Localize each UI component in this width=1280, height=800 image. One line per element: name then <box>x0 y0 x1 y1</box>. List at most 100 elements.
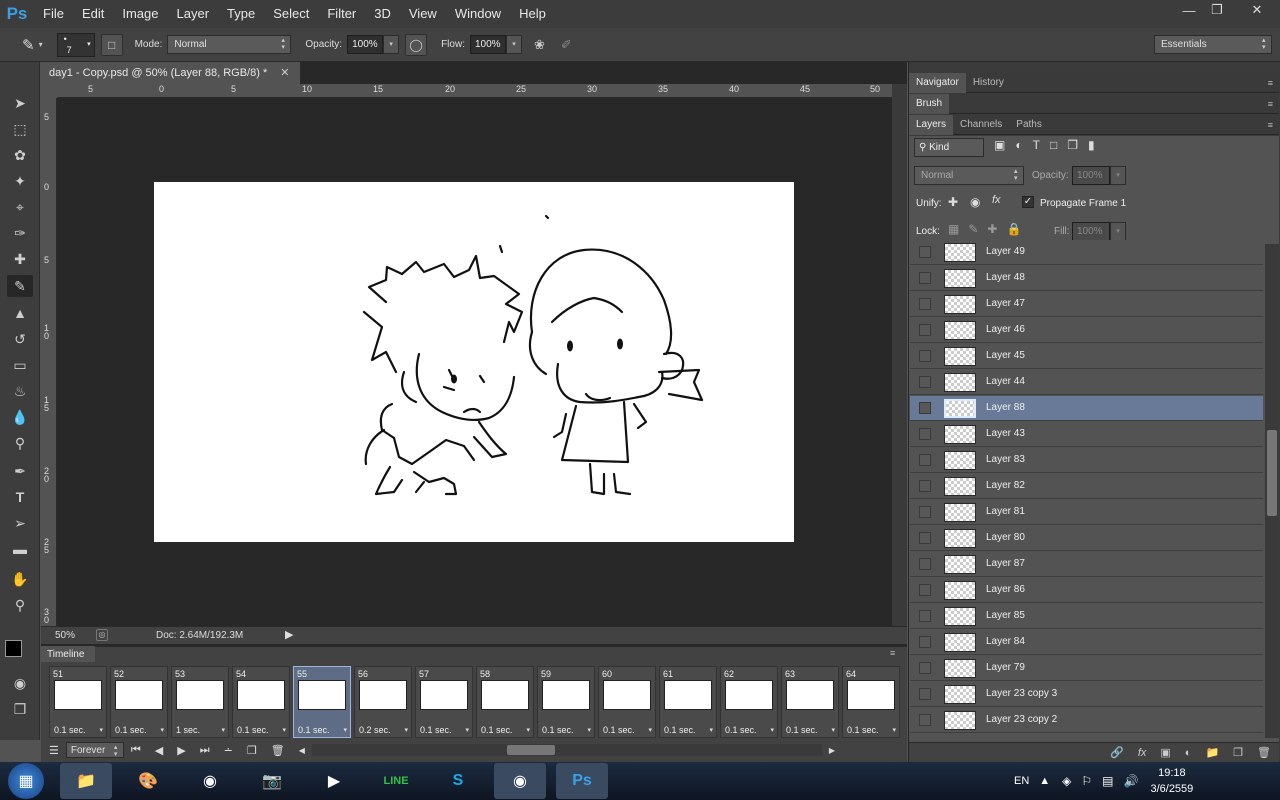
volume-icon[interactable]: 🔊 <box>1124 774 1139 788</box>
frame-delay[interactable]: 0.1 sec. <box>725 725 757 735</box>
timeline-frame[interactable]: 59 0.1 sec. ▾ <box>537 666 595 738</box>
tray-app-icon[interactable]: ◈ <box>1062 774 1071 788</box>
frame-delay-chevron-icon[interactable]: ▾ <box>831 726 835 734</box>
frame-delay-chevron-icon[interactable]: ▾ <box>709 726 713 734</box>
menu-image[interactable]: Image <box>113 0 167 28</box>
timeline-frame[interactable]: 62 0.1 sec. ▾ <box>720 666 778 738</box>
timeline-frame[interactable]: 64 0.1 sec. ▾ <box>842 666 900 738</box>
menu-edit[interactable]: Edit <box>73 0 113 28</box>
unify-position-icon[interactable]: ✚ <box>948 195 958 209</box>
lasso-tool-icon[interactable]: ✿ <box>7 144 33 166</box>
visibility-toggle[interactable] <box>919 714 931 726</box>
link-layers-icon[interactable]: 🔗 <box>1110 746 1124 759</box>
layer-row[interactable]: Layer 85 <box>910 604 1263 629</box>
frame-delay-chevron-icon[interactable]: ▾ <box>648 726 652 734</box>
layer-row[interactable]: Layer 23 copy 3 <box>910 682 1263 707</box>
flow-input[interactable]: 100% <box>469 35 506 54</box>
timeline-tab[interactable]: Timeline <box>41 646 95 662</box>
layer-row[interactable]: Layer 44 <box>910 370 1263 395</box>
layer-row[interactable]: Layer 84 <box>910 630 1263 655</box>
first-frame-icon[interactable]: ⏮ <box>131 744 141 757</box>
eyedropper-tool-icon[interactable]: ✑ <box>7 222 33 244</box>
visibility-toggle[interactable] <box>919 454 931 466</box>
lock-pixels-icon[interactable]: ✎ <box>968 222 978 236</box>
flow-slider-toggle[interactable]: ▾ <box>505 35 522 54</box>
add-mask-icon[interactable]: ▣ <box>1160 746 1170 759</box>
menu-help[interactable]: Help <box>510 0 555 28</box>
eraser-tool-icon[interactable]: ▭ <box>7 354 33 376</box>
play-icon[interactable]: ▶ <box>177 744 185 757</box>
visibility-toggle[interactable] <box>919 428 931 440</box>
loop-select[interactable]: Forever <box>65 742 124 758</box>
menu-view[interactable]: View <box>400 0 446 28</box>
canvas-viewport[interactable] <box>57 98 892 626</box>
menu-filter[interactable]: Filter <box>318 0 365 28</box>
panel-menu-icon[interactable]: ≡ <box>1268 120 1273 130</box>
layers-scroll-thumb[interactable] <box>1267 430 1277 516</box>
visibility-toggle[interactable] <box>919 558 931 570</box>
frame-delay[interactable]: 0.2 sec. <box>359 725 391 735</box>
brush-tool-icon[interactable]: ✎ <box>22 36 35 54</box>
layer-opacity-toggle[interactable]: ▾ <box>1110 166 1126 185</box>
layer-row[interactable]: Layer 83 <box>910 448 1263 473</box>
fill-input[interactable]: 100% <box>1072 222 1110 241</box>
layer-row[interactable]: Layer 48 <box>910 266 1263 291</box>
scroll-left-icon[interactable]: ◀ <box>299 746 305 755</box>
zoom-tool-icon[interactable]: ⚲ <box>7 594 33 616</box>
visibility-toggle[interactable] <box>919 636 931 648</box>
foreground-color-swatch[interactable] <box>5 640 22 657</box>
start-orb-icon[interactable]: ▦ <box>8 763 44 799</box>
unify-style-icon[interactable]: fx <box>992 194 1001 206</box>
tool-preset-chevron-icon[interactable]: ▾ <box>39 40 43 49</box>
frame-delay-chevron-icon[interactable]: ▾ <box>343 726 347 734</box>
panel-menu-icon[interactable]: ≡ <box>1268 78 1273 88</box>
network-icon[interactable]: ▤ <box>1102 774 1113 788</box>
filter-toggle-icon[interactable]: ▮ <box>1088 138 1095 152</box>
frame-delay[interactable]: 0.1 sec. <box>603 725 635 735</box>
type-tool-icon[interactable]: T <box>7 486 33 508</box>
clone-stamp-tool-icon[interactable]: ▲ <box>7 302 33 324</box>
layer-filter-kind[interactable]: ⚲ Kind <box>914 138 984 157</box>
move-tool-icon[interactable]: ➤ <box>7 92 33 114</box>
visibility-toggle[interactable] <box>919 688 931 700</box>
magic-wand-tool-icon[interactable]: ✦ <box>7 170 33 192</box>
visibility-toggle[interactable] <box>919 272 931 284</box>
fill-toggle[interactable]: ▾ <box>1110 222 1126 241</box>
brush-panel-toggle-icon[interactable]: □ <box>100 33 123 56</box>
canvas-vertical-scrollbar[interactable] <box>892 84 907 626</box>
layer-row[interactable]: Layer 43 <box>910 422 1263 447</box>
layer-row[interactable]: Layer 79 <box>910 656 1263 681</box>
pressure-size-icon[interactable]: ✐ <box>561 37 572 53</box>
convert-timeline-icon[interactable]: ☰ <box>49 744 59 757</box>
tray-chevron-icon[interactable]: ▲ <box>1039 775 1050 787</box>
line-icon[interactable]: LINE <box>370 763 422 799</box>
layer-row[interactable]: Layer 47 <box>910 292 1263 317</box>
layer-row[interactable]: Layer 49 <box>910 240 1263 265</box>
file-explorer-icon[interactable]: 📁 <box>60 763 112 799</box>
opacity-slider-toggle[interactable]: ▾ <box>383 35 400 54</box>
propagate-checkbox[interactable]: ✓ <box>1022 196 1034 208</box>
skype-icon[interactable]: S <box>432 763 484 799</box>
timeline-frame[interactable]: 54 0.1 sec. ▾ <box>232 666 290 738</box>
chrome-icon[interactable]: ◉ <box>184 763 236 799</box>
unify-visibility-icon[interactable]: ◉ <box>970 195 980 209</box>
frame-delay-chevron-icon[interactable]: ▾ <box>526 726 530 734</box>
frame-delay-chevron-icon[interactable]: ▾ <box>282 726 286 734</box>
export-preview-icon[interactable]: ◎ <box>96 629 108 641</box>
visibility-toggle[interactable] <box>919 402 931 414</box>
crop-tool-icon[interactable]: ⌖ <box>7 196 33 218</box>
pen-tool-icon[interactable]: ✒ <box>7 460 33 482</box>
visibility-toggle[interactable] <box>919 324 931 336</box>
blur-tool-icon[interactable]: 💧 <box>7 406 33 428</box>
lock-all-icon[interactable]: 🔒 <box>1006 222 1021 236</box>
adjustment-layer-filter-icon[interactable]: ◐ <box>1015 138 1022 152</box>
history-brush-tool-icon[interactable]: ↺ <box>7 328 33 350</box>
healing-brush-tool-icon[interactable]: ✚ <box>7 248 33 270</box>
tab-history[interactable]: History <box>966 73 1011 93</box>
layer-blend-mode-select[interactable]: Normal <box>914 166 1024 185</box>
rectangle-tool-icon[interactable]: ▬ <box>7 538 33 560</box>
restore-icon[interactable]: ❐ <box>1200 0 1234 20</box>
layer-row[interactable]: Layer 87 <box>910 552 1263 577</box>
timeline-frame[interactable]: 52 0.1 sec. ▾ <box>110 666 168 738</box>
opacity-input[interactable]: 100% <box>347 35 384 54</box>
